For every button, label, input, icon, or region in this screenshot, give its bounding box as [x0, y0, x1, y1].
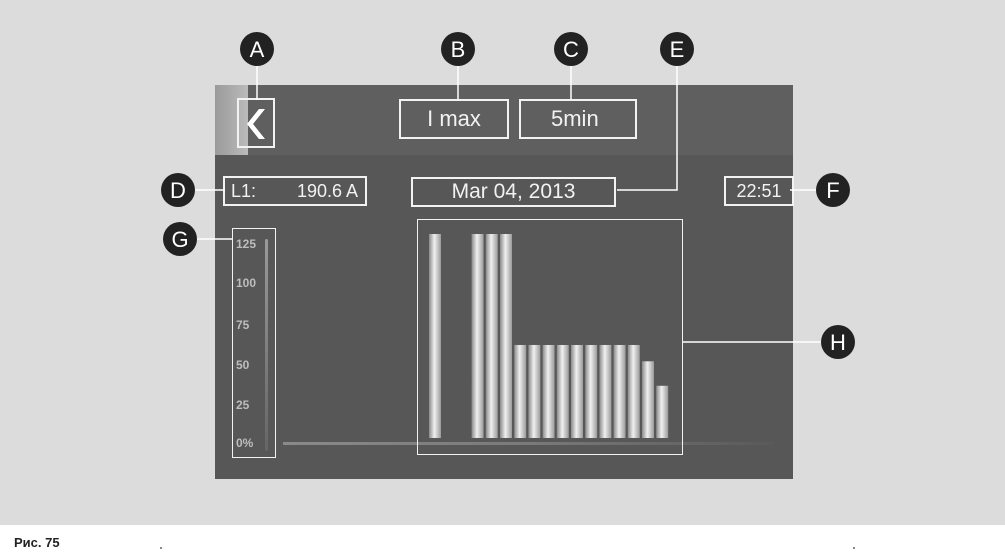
svg-text:F: F	[826, 178, 839, 203]
callout-e: E	[660, 32, 694, 66]
svg-text:C: C	[563, 37, 579, 62]
chart-bar	[585, 344, 598, 438]
phase-value: 190.6 A	[296, 181, 358, 201]
chart-bar	[429, 234, 441, 438]
scale-tick: 25	[236, 398, 250, 412]
callout-h: H	[821, 325, 855, 359]
scale-tick: 75	[236, 318, 250, 332]
bar-chart-frame	[417, 219, 683, 455]
svg-text:D: D	[170, 178, 186, 203]
scale-tick: 50	[236, 358, 250, 372]
chart-bar	[485, 234, 498, 438]
bar-chart	[429, 234, 669, 438]
chart-bar	[528, 344, 541, 438]
svg-text:H: H	[830, 330, 846, 355]
period-button[interactable]: 5min	[519, 99, 637, 139]
callout-c: C	[554, 32, 588, 66]
time-display: 22:51	[724, 176, 794, 206]
phase-current-readout: L1: 190.6 A	[223, 176, 367, 206]
callout-a: A	[240, 32, 274, 66]
callout-f: F	[816, 173, 850, 207]
date-display: Mar 04, 2013	[411, 177, 616, 207]
chevron-left-icon	[247, 109, 265, 139]
callout-b: B	[441, 32, 475, 66]
svg-text:G: G	[171, 227, 188, 252]
callout-d: D	[161, 173, 195, 207]
scale-tick: 125	[236, 237, 257, 251]
figure-caption: Рис. 75	[14, 535, 60, 550]
svg-text:E: E	[670, 37, 685, 62]
chart-bar	[599, 344, 612, 438]
chart-bar	[542, 344, 555, 438]
scale-tick: 100	[236, 276, 257, 290]
chart-bar	[471, 234, 484, 438]
figure-panel: I max 5min L1: 190.6 A Mar 04, 2013 22:5…	[0, 0, 1005, 525]
back-button[interactable]	[237, 98, 275, 148]
print-mark	[853, 547, 855, 549]
mode-button[interactable]: I max	[399, 99, 509, 139]
chart-bar	[656, 385, 669, 438]
phase-name: L1:	[231, 181, 257, 201]
chart-bar	[514, 344, 527, 438]
scale-tick: 0%	[236, 436, 254, 450]
scale-track	[265, 239, 268, 451]
bar-scale: 125 100 75 50 25 0%	[232, 228, 276, 458]
svg-text:B: B	[451, 37, 466, 62]
chart-bar	[556, 344, 569, 438]
chart-bar	[627, 344, 640, 438]
print-mark	[160, 547, 162, 549]
svg-text:A: A	[250, 37, 265, 62]
callout-g: G	[163, 222, 197, 256]
chart-bar	[613, 344, 626, 438]
device-screen: I max 5min L1: 190.6 A Mar 04, 2013 22:5…	[215, 85, 794, 479]
chart-bar	[642, 361, 654, 438]
chart-bar	[571, 344, 583, 438]
chart-bar	[500, 234, 512, 438]
